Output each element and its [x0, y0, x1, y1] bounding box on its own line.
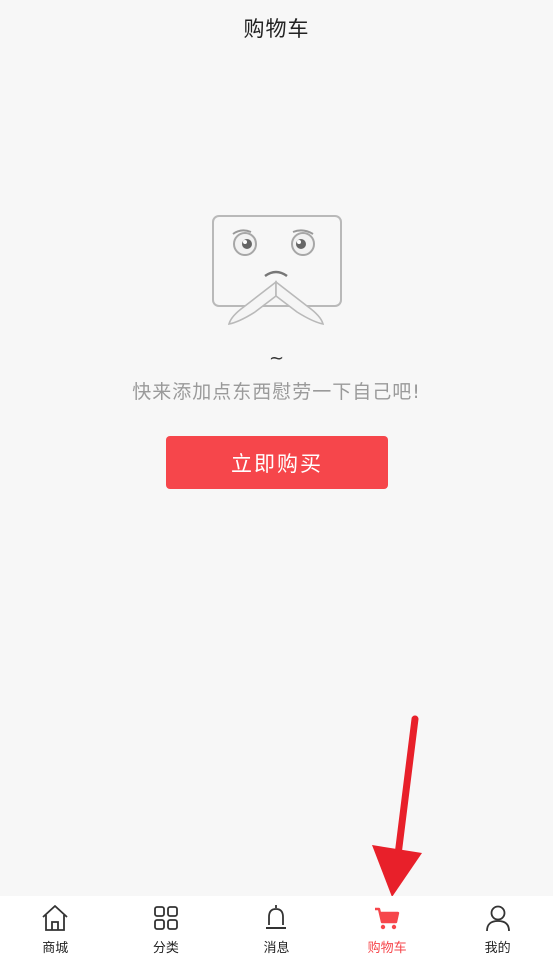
- tab-messages[interactable]: 消息: [221, 896, 332, 956]
- tab-label-cart: 购物车: [367, 941, 407, 956]
- page-header: 购物车: [0, 0, 553, 56]
- bell-icon: [266, 905, 287, 929]
- tab-label-mall: 商城: [42, 941, 69, 956]
- grid-icon: [153, 906, 178, 930]
- page-title: 购物车: [243, 17, 310, 41]
- bottom-tab-bar: 商城 分类 消息 购物车 我的: [0, 896, 553, 956]
- empty-cart-icon: [212, 215, 342, 326]
- tab-label-profile: 我的: [484, 941, 511, 956]
- empty-tilde: ~: [268, 348, 285, 369]
- tab-cart[interactable]: 购物车: [332, 896, 443, 956]
- buy-now-button[interactable]: 立即购买: [166, 436, 388, 489]
- home-icon: [42, 905, 68, 931]
- cart-page: 购物车 ~ 快来添加点东西慰劳一下自己吧! 立即购买 商城 分类 消息 购物车 …: [0, 0, 553, 956]
- user-icon: [485, 905, 510, 932]
- empty-cart-message: 快来添加点东西慰劳一下自己吧!: [132, 381, 421, 403]
- tab-mall[interactable]: 商城: [0, 896, 111, 956]
- tab-label-category: 分类: [152, 941, 179, 956]
- cart-icon: [375, 907, 400, 930]
- tab-category[interactable]: 分类: [111, 896, 222, 956]
- pointer-arrow-icon: [372, 715, 422, 897]
- tab-profile[interactable]: 我的: [442, 896, 553, 956]
- tab-label-messages: 消息: [263, 941, 290, 956]
